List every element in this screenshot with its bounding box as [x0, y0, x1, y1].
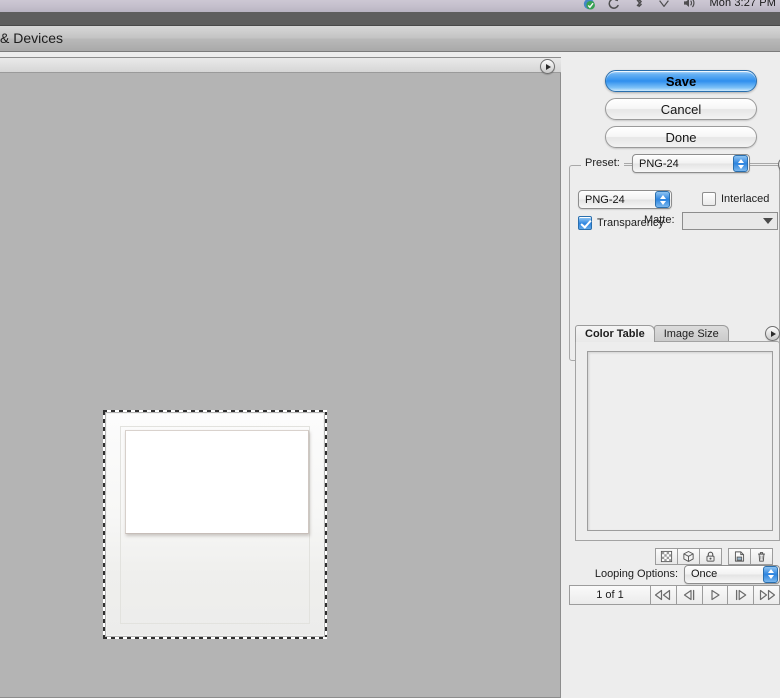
file-format-select[interactable]: PNG-24: [578, 190, 672, 209]
looping-options-select[interactable]: Once: [684, 564, 780, 584]
bluetooth-icon[interactable]: [632, 0, 646, 10]
interlaced-checkbox-row[interactable]: Interlaced: [702, 192, 769, 206]
os-menu-bar: Mon 3:27 PM: [0, 0, 780, 12]
transparency-swatch-button[interactable]: [655, 547, 678, 565]
lock-icon: [706, 551, 715, 562]
image-preview-pane[interactable]: [0, 57, 561, 698]
frame-counter: 1 of 1: [570, 586, 651, 604]
previous-frame-button[interactable]: [677, 586, 703, 604]
looping-options-value: Once: [691, 568, 718, 580]
preset-select-value: PNG-24: [639, 157, 679, 170]
color-table-tabs: Color Table Image Size: [575, 324, 729, 342]
tab-image-size[interactable]: Image Size: [653, 325, 729, 342]
tab-image-size-label: Image Size: [663, 328, 719, 340]
options-panel: Save Cancel Done Preset: PNG-24 PNG-24 I…: [566, 52, 780, 698]
transparency-checkbox[interactable]: [578, 216, 592, 230]
tab-color-table-label: Color Table: [585, 328, 645, 340]
lock-color-button[interactable]: [699, 547, 722, 565]
looping-options-row: Looping Options: Once: [572, 564, 780, 584]
volume-icon[interactable]: [682, 0, 696, 10]
sync-icon[interactable]: [607, 0, 621, 10]
done-button[interactable]: Done: [605, 126, 757, 148]
last-frame-button[interactable]: [754, 586, 779, 604]
color-table-panel: Color Table Image Size: [569, 324, 780, 565]
window-chrome-top: [0, 12, 780, 26]
preview-toolbar: [0, 58, 561, 74]
file-format-value: PNG-24: [585, 193, 625, 206]
preset-row: PNG-24: [624, 154, 780, 173]
preset-select[interactable]: PNG-24: [632, 154, 750, 173]
color-table-panel-menu-icon[interactable]: [765, 326, 780, 341]
step-back-icon: [684, 589, 695, 601]
dropbox-status-icon[interactable]: [582, 0, 596, 10]
color-swatch-grid[interactable]: [587, 351, 773, 531]
window-title-bar: & Devices: [0, 26, 780, 52]
new-color-button[interactable]: [728, 547, 751, 565]
first-frame-button[interactable]: [651, 586, 677, 604]
color-table-body: [575, 341, 780, 565]
polaroid-frame-image[interactable]: [103, 410, 327, 639]
preview-panel-menu-icon[interactable]: [540, 59, 555, 74]
interlaced-checkbox[interactable]: [702, 192, 716, 206]
next-frame-button[interactable]: [728, 586, 755, 604]
menu-bar-status-items: Mon 3:27 PM: [582, 0, 776, 12]
save-for-web-dialog: Mon 3:27 PM & Devices Save Cancel Done P…: [0, 0, 780, 698]
interlaced-label: Interlaced: [721, 193, 770, 205]
preset-rule-right: [750, 163, 780, 164]
photo-area: [125, 430, 309, 534]
looping-options-label: Looping Options:: [594, 568, 678, 580]
file-format-stepper-icon[interactable]: [655, 191, 670, 208]
step-forward-icon: [735, 589, 747, 601]
animation-transport-bar: 1 of 1: [569, 585, 780, 605]
polaroid-border: [106, 413, 324, 636]
eject-icon[interactable]: [657, 0, 671, 10]
preset-label: Preset:: [581, 157, 624, 169]
preset-rule-left: [624, 163, 632, 164]
preset-stepper-icon[interactable]: [733, 155, 748, 172]
save-button[interactable]: Save: [605, 70, 757, 92]
fast-forward-icon: [759, 589, 775, 601]
matte-label: Matte:: [644, 214, 675, 226]
tab-color-table[interactable]: Color Table: [575, 325, 655, 342]
cancel-button[interactable]: Cancel: [605, 98, 757, 120]
dialog-body: Save Cancel Done Preset: PNG-24 PNG-24 I…: [0, 52, 780, 698]
looping-stepper-icon[interactable]: [763, 565, 778, 583]
play-icon: [711, 589, 720, 601]
rewind-all-icon: [655, 589, 671, 601]
cube-icon: [683, 550, 694, 562]
play-button[interactable]: [703, 586, 729, 604]
web-shift-cube-button[interactable]: [677, 547, 700, 565]
trash-icon: [758, 551, 765, 562]
chevron-down-icon: [763, 218, 773, 224]
page-title: & Devices: [0, 30, 64, 46]
menu-bar-clock[interactable]: Mon 3:27 PM: [707, 0, 776, 9]
matte-color-select[interactable]: [682, 212, 778, 230]
action-button-group: Save Cancel Done: [605, 70, 780, 154]
color-table-toolbar: [587, 547, 773, 565]
delete-color-button[interactable]: [750, 547, 773, 565]
new-page-icon: [734, 550, 745, 562]
checkerboard-icon: [660, 550, 673, 562]
